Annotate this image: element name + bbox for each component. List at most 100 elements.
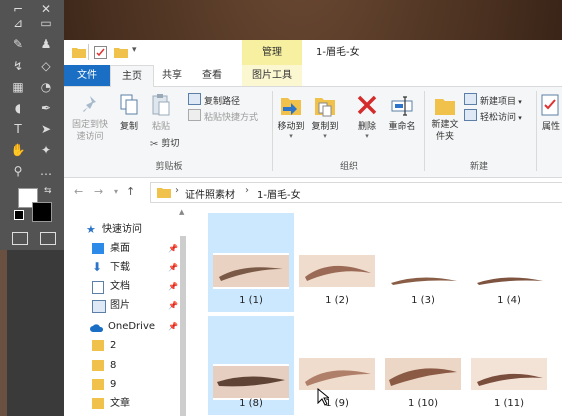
rotate-view-icon[interactable]: ✦ [36,141,56,159]
pin-icon[interactable]: 📌 [168,258,178,277]
address-box[interactable]: › 证件照素材 › 1-眉毛-女 [150,182,562,203]
tab-share[interactable]: 共享 [152,65,192,86]
swap-colors-icon[interactable]: ⇆ [44,186,52,196]
file-item-1-10[interactable]: 1 (10) [380,316,466,415]
properties-check-icon[interactable] [94,46,107,59]
crumb-current[interactable]: 1-眉毛-女 [257,186,301,201]
hand-tool-icon[interactable]: ✋ [8,141,28,159]
nav-item-articles[interactable]: 文章 [64,394,180,413]
move-to-button[interactable]: 移动到 ▾ [276,93,306,140]
blur-tool-icon[interactable]: ◔ [36,78,56,96]
nav-item-folder-2[interactable]: 2 [64,336,180,355]
nav-label: 文章 [110,398,130,409]
new-folder-button[interactable]: 新建文件夹 [428,93,462,143]
up-arrow-icon[interactable]: ↑ [126,185,135,198]
tab-file[interactable]: 文件 [64,65,110,86]
pin-quick-access-button[interactable]: 固定到快速访问 [68,93,112,143]
context-tab-manage[interactable]: 管理 [242,40,302,65]
folder-icon [92,360,104,371]
nav-item-folder-8[interactable]: 8 [64,356,180,375]
copy-path-button[interactable]: 复制路径 [188,93,240,107]
pin-icon[interactable]: 📌 [168,277,178,296]
copy-button[interactable]: 复制 [116,93,142,132]
quick-mask-icon[interactable] [12,232,28,245]
nav-scrollbar-thumb[interactable] [180,236,186,416]
paste-button[interactable]: 粘贴 [148,93,174,132]
screen-mode-icon[interactable] [40,232,56,245]
dodge-tool-icon[interactable]: ◖ [8,99,28,117]
cut-button[interactable]: ✂ 剪切 [150,137,179,151]
nav-item-onedrive[interactable]: OneDrive 📌 [64,317,180,336]
file-item-1-2[interactable]: 1 (2) [294,213,380,312]
rename-icon [390,93,414,117]
file-name: 1 (11) [493,398,525,409]
paste-shortcut-icon [188,109,201,121]
nav-item-desktop[interactable]: 桌面 📌 [64,239,180,258]
nav-label: 图片 [110,300,130,311]
move-to-label: 移动到 [277,122,305,132]
copy-to-button[interactable]: 复制到 ▾ [310,93,340,140]
delete-button[interactable]: 删除 ▾ [354,93,380,140]
stamp-tool-icon[interactable]: ♟ [36,35,56,53]
document-icon [92,281,104,294]
tab-picture-tools[interactable]: 图片工具 [242,65,302,86]
nav-item-pictures[interactable]: 图片 📌 [64,296,180,315]
pin-icon[interactable]: 📌 [168,239,178,258]
rename-button[interactable]: 重命名 [386,93,418,132]
window-title: 1-眉毛-女 [316,47,360,58]
pen-tool-icon[interactable]: ✒ [36,99,56,117]
new-folder-qa-icon[interactable] [114,46,128,59]
file-item-1-3[interactable]: 1 (3) [380,213,466,312]
qa-divider [88,44,89,60]
more-tools-icon[interactable]: … [36,162,56,180]
nav-item-folder-9[interactable]: 9 [64,375,180,394]
history-brush-icon[interactable]: ↯ [8,57,28,75]
file-item-1-1[interactable]: 1 (1) [208,213,294,312]
ribbon-separator [272,91,273,171]
brush-tool-icon[interactable]: ✎ [8,35,28,53]
file-item-1-11[interactable]: 1 (11) [466,316,552,415]
easy-access-button[interactable]: 轻松访问 ▾ [464,109,522,123]
crumb-separator: › [245,185,249,196]
type-tool-icon[interactable]: T [8,120,28,138]
eyebrow-thumbnail [385,356,461,392]
crop-tool-icon[interactable]: ⊿ [8,14,28,32]
nav-quick-access[interactable]: ★ 快速访问 [64,220,180,239]
zoom-tool-icon[interactable]: ⚲ [8,162,28,180]
recent-dropdown-icon[interactable]: ▾ [114,187,118,196]
copy-label: 复制 [119,122,138,132]
ribbon: 固定到快速访问 复制 粘贴 复制路径 粘贴快捷方式 ✂ 剪切 剪贴板 移动到 ▾… [64,87,562,178]
new-item-label: 新建项目 [480,97,517,107]
healing-brush-icon[interactable]: ▭ [36,14,56,32]
delete-label: 删除 [357,122,376,132]
background-color-swatch[interactable] [32,202,52,222]
tab-home[interactable]: 主页 [110,65,154,87]
pin-quick-access-label: 固定到快速访问 [71,120,108,142]
file-name: 1 (3) [411,295,435,306]
pin-icon[interactable]: 📌 [168,317,178,336]
default-colors-icon[interactable] [14,210,24,220]
eraser-tool-icon[interactable]: ◇ [36,57,56,75]
file-name: 1 (10) [407,398,439,409]
nav-item-downloads[interactable]: ⬇ 下载 📌 [64,258,180,277]
properties-button[interactable]: 属性 [540,93,562,132]
nav-item-documents[interactable]: 文档 📌 [64,277,180,296]
forward-arrow-icon[interactable]: → [94,185,103,198]
file-name: 1 (8) [239,398,263,409]
tab-view[interactable]: 查看 [192,65,232,86]
qa-dropdown-icon[interactable]: ▾ [132,45,137,58]
back-arrow-icon[interactable]: ← [74,185,83,198]
gradient-tool-icon[interactable]: ▦ [8,78,28,96]
file-item-1-4[interactable]: 1 (4) [466,213,552,312]
pin-icon[interactable]: 📌 [168,296,178,315]
crumb-parent[interactable]: 证件照素材 [185,186,235,201]
file-name: 1 (2) [325,295,349,306]
file-name: 1 (1) [239,295,263,306]
scroll-up-arrow-icon[interactable]: ▲ [179,208,184,216]
new-item-button[interactable]: 新建项目 ▾ [464,93,522,107]
paste-shortcut-button[interactable]: 粘贴快捷方式 [188,109,258,123]
path-select-icon[interactable]: ➤ [36,120,56,138]
file-item-1-9[interactable]: 1 (9) [294,316,380,415]
copy-icon [118,93,140,117]
file-item-1-8[interactable]: 1 (8) [208,316,294,415]
